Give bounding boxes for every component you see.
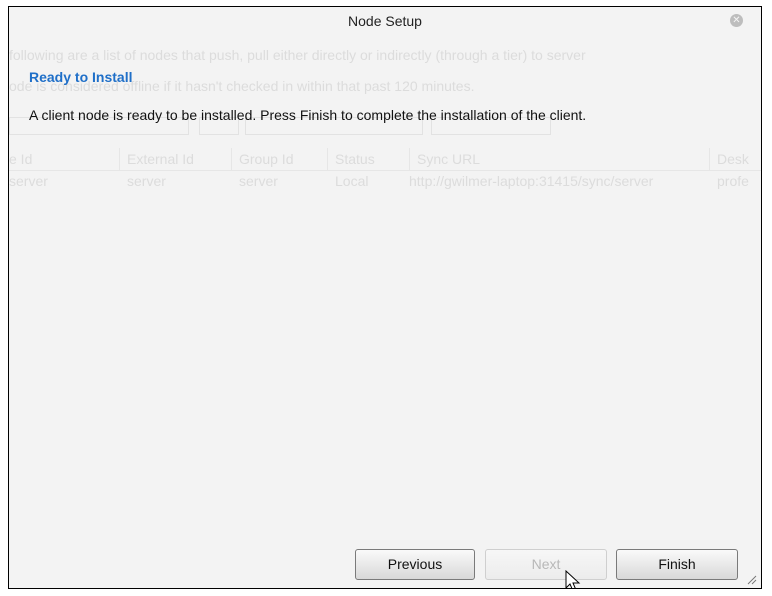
background-description: following are a list of nodes that push,… xyxy=(9,47,586,63)
table-cell: server xyxy=(9,173,48,189)
table-row: server server server Local http://gwilme… xyxy=(9,170,761,192)
page-heading: Ready to Install xyxy=(29,69,133,85)
column-header: Sync URL xyxy=(417,151,481,167)
background-app: following are a list of nodes that push,… xyxy=(9,7,761,588)
column-header: Status xyxy=(335,151,375,167)
finish-button[interactable]: Finish xyxy=(616,549,738,580)
table-cell: http://gwilmer-laptop:31415/sync/server xyxy=(409,173,654,189)
table-cell: Local xyxy=(335,173,369,189)
install-message: A client node is ready to be installed. … xyxy=(29,107,587,123)
column-header: e Id xyxy=(9,151,33,167)
column-header: External Id xyxy=(127,151,194,167)
previous-button[interactable]: Previous xyxy=(355,549,475,580)
mouse-pointer-icon xyxy=(565,570,581,588)
close-icon[interactable]: ✕ xyxy=(730,14,743,27)
background-table-header: e Id External Id Group Id Status Sync UR… xyxy=(9,148,761,171)
next-button[interactable]: Next xyxy=(485,549,607,580)
column-header: Group Id xyxy=(239,151,294,167)
column-header: Desk xyxy=(717,151,749,167)
resize-grip-icon[interactable] xyxy=(745,573,757,585)
dialog-window: following are a list of nodes that push,… xyxy=(8,6,762,589)
table-cell: server xyxy=(127,173,166,189)
table-cell: server xyxy=(239,173,278,189)
dialog-title: Node Setup xyxy=(348,13,422,29)
table-cell: profe xyxy=(717,173,749,189)
